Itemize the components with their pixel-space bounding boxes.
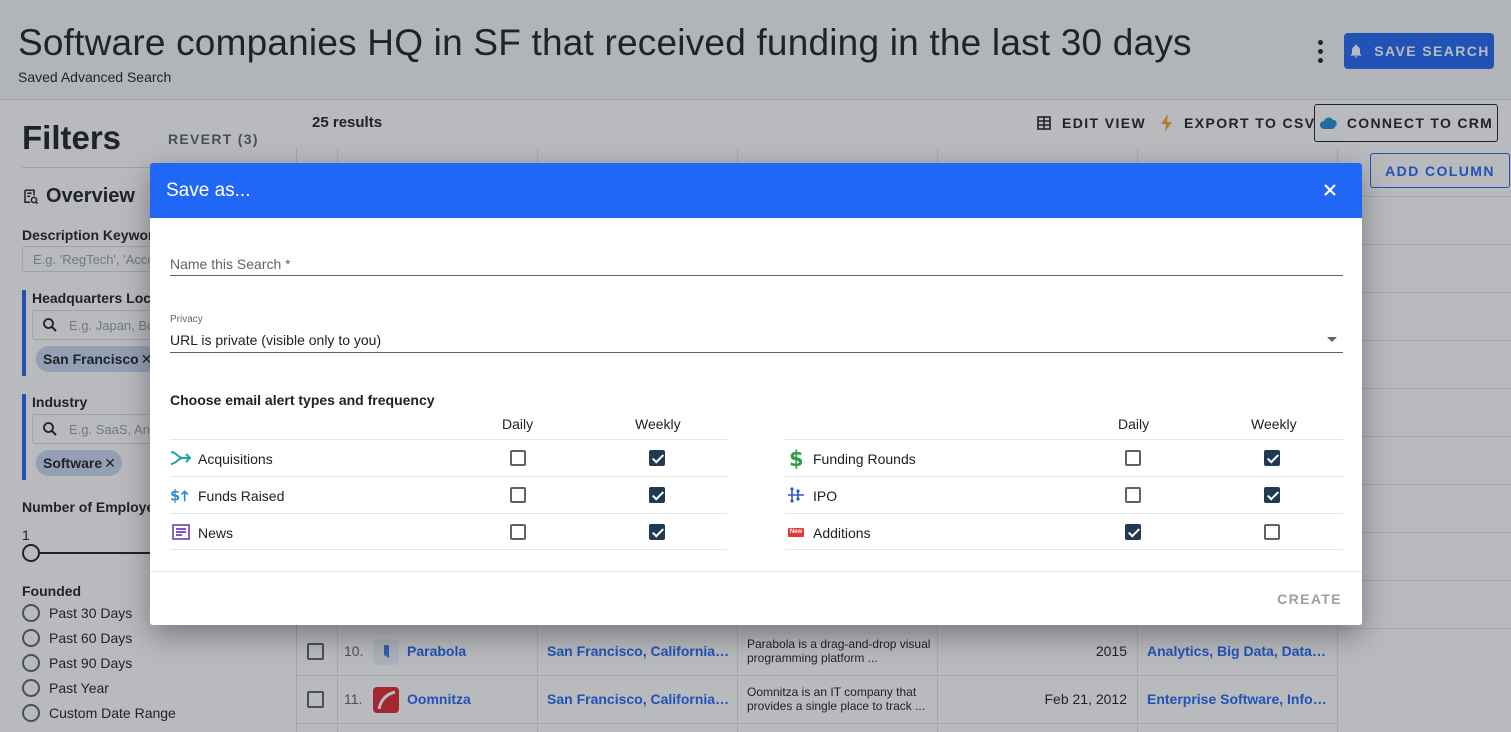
dialog-footer-divider (150, 571, 1362, 572)
alert-row-funds-raised: $ Funds Raised (170, 476, 727, 513)
weekly-column-header: Weekly (635, 416, 681, 432)
privacy-label: Privacy (170, 314, 203, 325)
privacy-select[interactable]: URL is private (visible only to you) (170, 332, 381, 348)
funds-raised-icon: $ (170, 485, 192, 505)
close-icon[interactable] (1320, 180, 1340, 200)
weekly-column-header: Weekly (1251, 416, 1297, 432)
privacy-underline (170, 352, 1343, 353)
weekly-checkbox[interactable] (649, 524, 665, 540)
alert-label: Acquisitions (198, 451, 273, 467)
alert-row-additions: New Additions (785, 513, 1343, 550)
dialog-header: Save as... (150, 163, 1362, 218)
acquisitions-icon (170, 448, 192, 468)
alert-label: News (198, 525, 234, 541)
svg-text:$: $ (789, 447, 804, 469)
weekly-checkbox[interactable] (1264, 487, 1280, 503)
alert-row-funding-rounds: $ Funding Rounds (785, 439, 1343, 476)
alert-label: Funds Raised (198, 488, 285, 504)
weekly-checkbox[interactable] (1264, 450, 1280, 466)
chevron-down-icon[interactable] (1327, 337, 1337, 342)
weekly-checkbox[interactable] (649, 450, 665, 466)
alerts-title: Choose email alert types and frequency (170, 392, 435, 408)
new-badge-icon: New (785, 522, 807, 542)
news-icon (170, 522, 192, 542)
daily-checkbox[interactable] (1125, 487, 1141, 503)
search-name-underline (170, 275, 1343, 276)
daily-checkbox[interactable] (510, 450, 526, 466)
new-badge: New (787, 527, 805, 537)
save-as-dialog: Save as... Name this Search * Privacy UR… (150, 163, 1362, 625)
daily-checkbox[interactable] (510, 524, 526, 540)
daily-checkbox[interactable] (1125, 450, 1141, 466)
daily-column-header: Daily (502, 416, 534, 432)
weekly-checkbox[interactable] (1264, 524, 1280, 540)
svg-text:$: $ (170, 488, 180, 505)
alert-label: IPO (813, 488, 838, 504)
ipo-icon (785, 485, 807, 505)
daily-checkbox[interactable] (1125, 524, 1141, 540)
weekly-checkbox[interactable] (649, 487, 665, 503)
create-button[interactable]: CREATE (1277, 591, 1342, 607)
dialog-title: Save as... (166, 180, 251, 201)
alert-label: Additions (813, 525, 871, 541)
alert-row-acquisitions: Acquisitions (170, 439, 727, 476)
alert-label: Funding Rounds (813, 451, 916, 467)
alert-row-ipo: IPO (785, 476, 1343, 513)
funding-rounds-icon: $ (785, 447, 807, 469)
alert-row-news: News (170, 513, 727, 550)
daily-checkbox[interactable] (510, 487, 526, 503)
daily-column-header: Daily (1118, 416, 1150, 432)
search-name-field[interactable]: Name this Search * (170, 256, 291, 272)
